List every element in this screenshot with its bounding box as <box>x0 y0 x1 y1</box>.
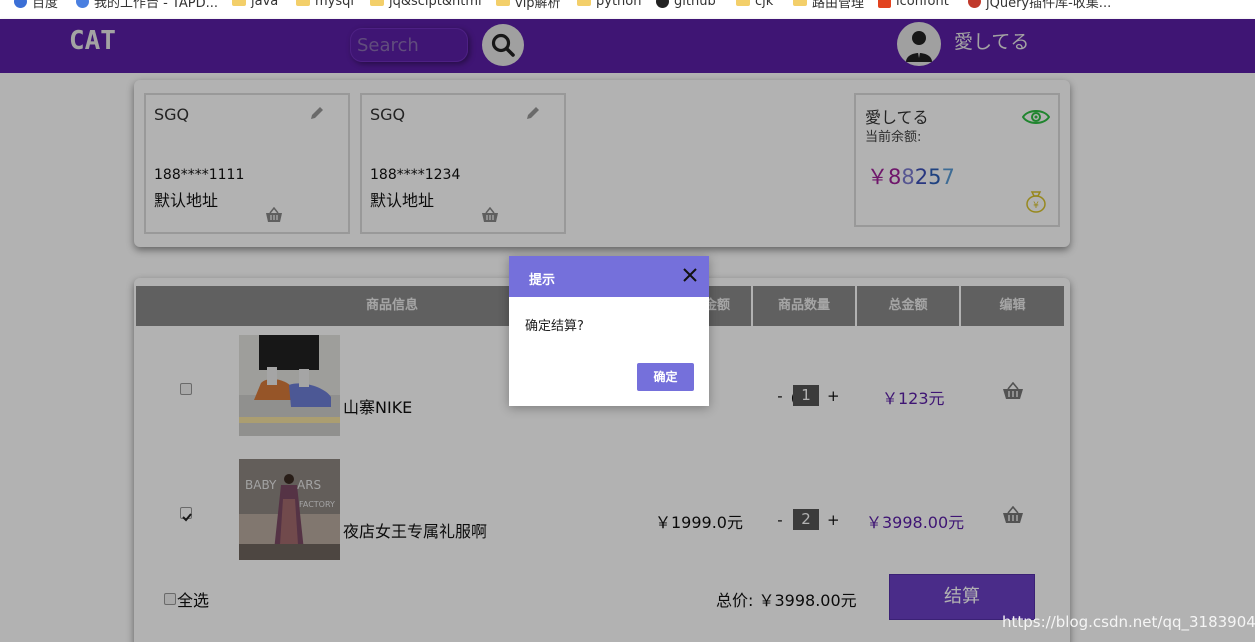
dialog-title: 提示 <box>529 273 556 288</box>
bookmark-label: vip解析 <box>515 0 561 11</box>
bookmark-label: 我的工作台 - TAPD... <box>94 0 219 11</box>
bookmark-label: mysql <box>315 0 354 9</box>
bookmark-item[interactable]: 我的工作台 - TAPD... <box>76 0 219 11</box>
folder-icon <box>496 0 510 6</box>
jquery-icon <box>968 0 981 8</box>
folder-icon <box>577 0 591 6</box>
bookmark-label: cjk <box>755 0 774 9</box>
bookmark-item[interactable]: iconfont <box>878 0 949 10</box>
bookmarks-bar: 百度 我的工作台 - TAPD... java mysql jq&scipt&h… <box>0 0 1255 19</box>
folder-icon <box>296 0 310 6</box>
dialog-message: 确定结算? <box>525 319 584 334</box>
confirm-dialog: 提示 确定结算? 确定 <box>509 256 709 406</box>
bookmark-label: java <box>251 0 279 9</box>
confirm-button[interactable]: 确定 <box>637 363 694 391</box>
folder-icon <box>793 0 807 6</box>
bookmark-item[interactable]: python <box>577 0 641 10</box>
bookmark-item[interactable]: vip解析 <box>496 0 561 11</box>
bookmark-label: jQuery插件库-收集... <box>986 0 1112 11</box>
watermark: https://blog.csdn.net/qq_31839041 <box>1002 613 1255 631</box>
bookmark-item[interactable]: 路由管理 <box>793 0 865 11</box>
bookmark-item[interactable]: jq&scipt&html <box>370 0 482 10</box>
github-icon <box>656 0 669 8</box>
baidu-icon <box>14 0 27 8</box>
bookmark-label: jq&scipt&html <box>389 0 482 9</box>
bookmark-label: 路由管理 <box>812 0 865 11</box>
bookmark-item[interactable]: github <box>656 0 716 10</box>
bookmark-item[interactable]: cjk <box>736 0 773 10</box>
bookmark-item[interactable]: mysql <box>296 0 354 10</box>
folder-icon <box>370 0 384 6</box>
folder-icon <box>736 0 750 6</box>
dialog-header: 提示 <box>509 256 709 297</box>
bookmark-label: python <box>596 0 642 9</box>
close-icon <box>683 268 697 282</box>
tapd-icon <box>76 0 89 8</box>
bookmark-label: 百度 <box>32 0 59 11</box>
bookmark-item[interactable]: java <box>232 0 278 10</box>
bookmark-label: github <box>674 0 716 9</box>
bookmark-item[interactable]: 百度 <box>14 0 59 11</box>
bookmark-label: iconfont <box>896 0 949 9</box>
close-button[interactable] <box>681 266 699 284</box>
bookmark-item[interactable]: jQuery插件库-收集... <box>968 0 1112 11</box>
iconfont-icon <box>878 0 891 8</box>
folder-icon <box>232 0 246 6</box>
